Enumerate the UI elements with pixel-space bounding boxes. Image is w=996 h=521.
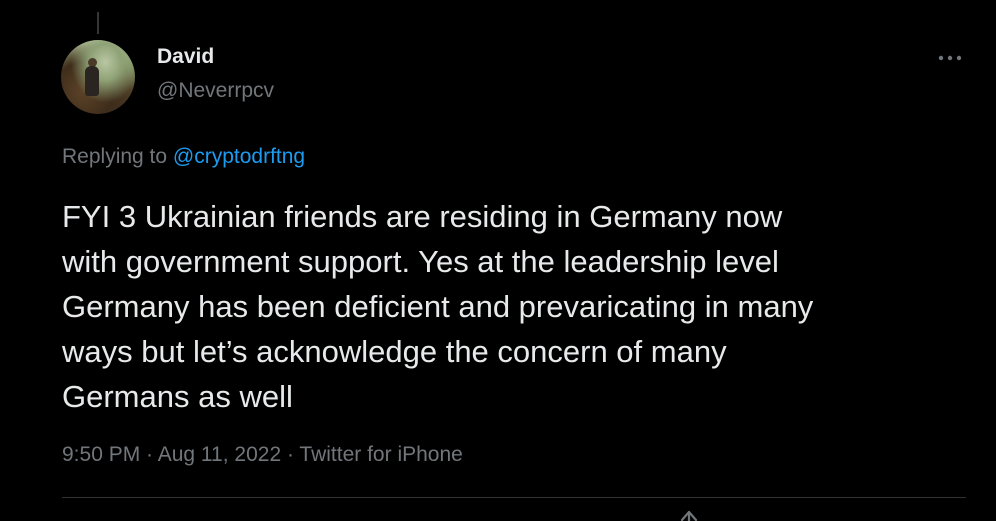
- avatar[interactable]: [61, 40, 135, 114]
- share-icon: [680, 510, 698, 521]
- meta-separator: ·: [140, 443, 158, 466]
- tweet-time-link[interactable]: 9:50 PM: [62, 443, 140, 466]
- more-dots-icon: [938, 55, 962, 61]
- reply-context-prefix: Replying to: [62, 145, 173, 168]
- author-handle[interactable]: @Neverrpcv: [157, 79, 274, 103]
- author-display-name[interactable]: David: [157, 45, 214, 69]
- tweet-meta: 9:50 PM · Aug 11, 2022 · Twitter for iPh…: [62, 443, 463, 467]
- divider: [62, 497, 966, 498]
- reply-context: Replying to @cryptodrftng: [62, 145, 305, 169]
- tweet-date-link[interactable]: Aug 11, 2022: [158, 443, 281, 466]
- reply-mention-link[interactable]: @cryptodrftng: [173, 145, 305, 168]
- share-button[interactable]: [674, 507, 704, 521]
- tweet-source-link[interactable]: Twitter for iPhone: [299, 443, 462, 466]
- tweet-text: FYI 3 Ukrainian friends are residing in …: [62, 199, 814, 414]
- meta-separator: ·: [281, 443, 300, 466]
- more-options-button[interactable]: [930, 44, 970, 72]
- avatar-figure-body: [85, 66, 99, 96]
- thread-connector-line: [97, 12, 99, 34]
